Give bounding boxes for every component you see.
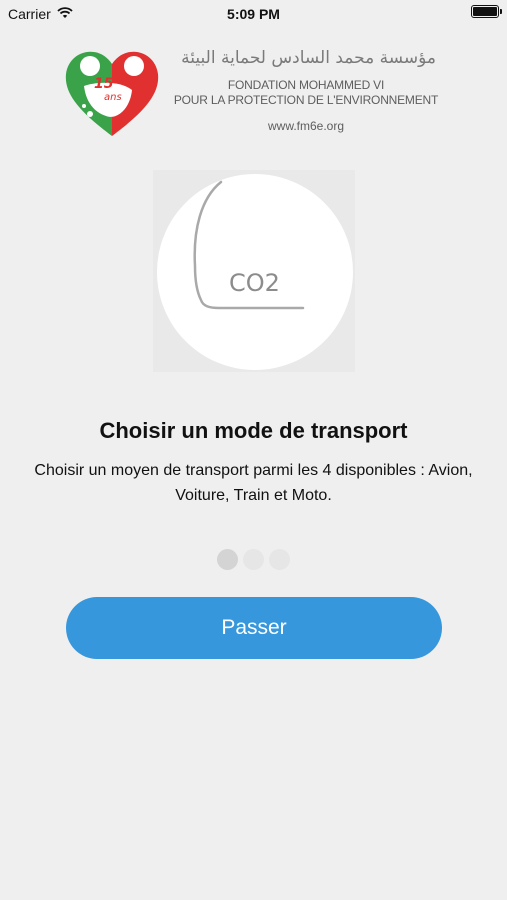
co2-label: CO2 <box>229 269 280 297</box>
slide-description: Choisir un moyen de transport parmi les … <box>34 462 473 504</box>
battery-icon <box>471 5 502 18</box>
foundation-logo: 15 ans مؤسسة محمد السادس لحماية البيئة F… <box>60 46 450 142</box>
co2-icon: CO2 <box>193 180 305 310</box>
page-dot-1[interactable] <box>217 549 238 570</box>
logo-name-line1: FONDATION MOHAMMED VI <box>227 78 385 92</box>
page-dot-3[interactable] <box>269 549 290 570</box>
logo-website: www.fm6e.org <box>267 119 345 133</box>
badge-word: ans <box>104 92 122 103</box>
page-dot-2[interactable] <box>243 549 264 570</box>
heart-logo-icon: 15 ans <box>65 51 159 136</box>
skip-button[interactable]: Passer <box>66 597 442 659</box>
slide-illustration: CO2 <box>153 170 355 372</box>
slide-title: Choisir un mode de transport <box>99 418 408 443</box>
logo-name-line2: POUR LA PROTECTION DE L'ENVIRONNEMENT <box>173 93 439 107</box>
status-time: 5:09 PM <box>227 6 280 22</box>
page-indicator[interactable] <box>0 549 507 570</box>
logo-arabic-name: مؤسسة محمد السادس لحماية البيئة <box>181 48 436 68</box>
badge-number: 15 <box>94 76 114 92</box>
status-bar: Carrier 5:09 PM <box>0 0 507 28</box>
